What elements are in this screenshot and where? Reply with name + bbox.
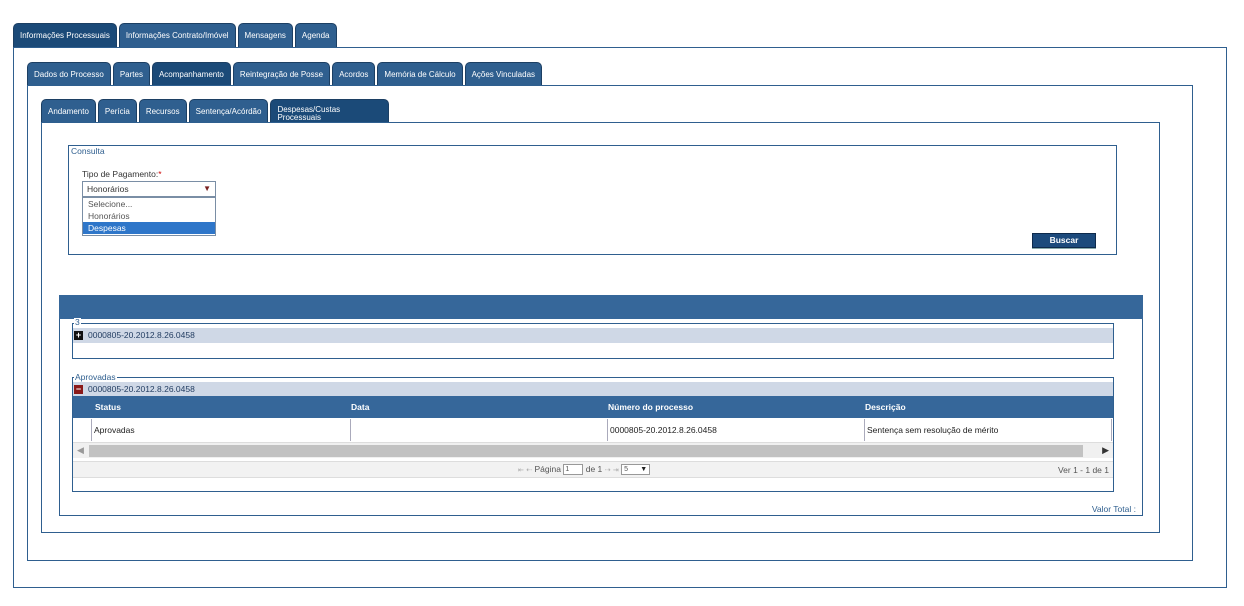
option-honorarios[interactable]: Honorários	[83, 210, 215, 222]
column-header-data[interactable]: Data	[351, 396, 369, 418]
tab-memoria-de-calculo[interactable]: Memória de Cálculo	[377, 62, 463, 85]
expand-plus-icon[interactable]: +	[74, 331, 83, 340]
page-of-label: de 1	[585, 464, 603, 474]
tab-andamento[interactable]: Andamento	[41, 99, 96, 122]
tab-despesas-custas-label: Despesas/Custas Processuais	[277, 105, 341, 122]
option-selecione[interactable]: Selecione...	[83, 198, 215, 210]
group-process-number-2: 0000805-20.2012.8.26.0458	[88, 384, 195, 394]
option-despesas[interactable]: Despesas	[83, 222, 215, 234]
records-info: Ver 1 - 1 de 1	[1057, 465, 1109, 475]
rows-per-page-value: 5	[624, 466, 629, 474]
group-process-number-1: 0000805-20.2012.8.26.0458	[88, 330, 195, 340]
valor-total-label: Valor Total :	[1091, 504, 1136, 514]
column-header-status[interactable]: Status	[95, 396, 121, 418]
tab-agenda[interactable]: Agenda	[294, 23, 337, 47]
tipo-pagamento-dropdown: Selecione... Honorários Despesas	[82, 197, 216, 236]
first-page-icon[interactable]: ⇤	[518, 467, 524, 474]
table-header: Status Data Número do processo Descrição	[73, 396, 1113, 418]
tab-acompanhamento[interactable]: Acompanhamento	[151, 62, 231, 85]
cell-status: Aprovadas	[91, 419, 350, 441]
next-page-icon[interactable]: ⇢	[605, 467, 611, 474]
page-number-input[interactable]: 1	[563, 464, 584, 476]
tab-pericia[interactable]: Perícia	[97, 99, 137, 122]
table-row[interactable]: Aprovadas 0000805-20.2012.8.26.0458 Sent…	[73, 419, 1113, 441]
tab-mensagens[interactable]: Mensagens	[237, 23, 293, 47]
tipo-pagamento-selected-value: Honorários	[87, 184, 129, 194]
page-label: Página	[534, 464, 561, 474]
tipo-pagamento-label-text: Tipo de Pagamento:	[82, 169, 159, 179]
horizontal-scrollbar[interactable]: ◀ ▶	[73, 442, 1113, 458]
rows-dropdown-icon: ▼	[640, 466, 648, 474]
required-mark: *	[158, 169, 162, 179]
tipo-pagamento-label: Tipo de Pagamento:*	[82, 169, 162, 179]
column-header-numero[interactable]: Número do processo	[608, 396, 693, 418]
tab-reintegracao-de-posse[interactable]: Reintegração de Posse	[232, 62, 331, 85]
group-legend-1: 3	[74, 317, 81, 327]
pager-controls: ⇤ ⇠ Página 1 de 1 ⇢ ⇥ 5 ▼	[518, 464, 651, 476]
tab-recursos[interactable]: Recursos	[138, 99, 187, 122]
rows-per-page-select[interactable]: 5 ▼	[621, 464, 651, 476]
buscar-button[interactable]: Buscar	[1032, 233, 1096, 248]
prev-page-icon[interactable]: ⇠	[526, 467, 532, 474]
tab-dados-do-processo[interactable]: Dados do Processo	[27, 62, 111, 85]
cell-numero: 0000805-20.2012.8.26.0458	[607, 419, 864, 441]
group-row-2[interactable]: − 0000805-20.2012.8.26.0458	[73, 382, 1113, 396]
tab-sentenca-acordao[interactable]: Sentença/Acórdão	[188, 99, 269, 122]
tab-acoes-vinculadas[interactable]: Ações Vinculadas	[464, 62, 543, 85]
pager: ⇤ ⇠ Página 1 de 1 ⇢ ⇥ 5 ▼ Ver 1 - 1 de 1	[73, 461, 1113, 478]
scrollbar-thumb[interactable]	[89, 445, 1083, 457]
group-legend-2: Aprovadas	[74, 372, 117, 382]
tab-despesas-custas[interactable]: Despesas/Custas Processuais	[270, 99, 390, 122]
second-tab-bar: Dados do Processo Partes Acompanhamento …	[27, 62, 544, 85]
tab-acordos[interactable]: Acordos	[332, 62, 376, 85]
collapse-minus-icon[interactable]: −	[74, 385, 83, 394]
top-tab-bar: Informações Processuais Informações Cont…	[13, 23, 339, 47]
tab-informacoes-contrato[interactable]: Informações Contrato/Imóvel	[118, 23, 236, 47]
tab-informacoes-processuais[interactable]: Informações Processuais	[13, 23, 117, 47]
tipo-pagamento-select[interactable]: Honorários ▼	[82, 181, 216, 197]
group-row-1[interactable]: + 0000805-20.2012.8.26.0458	[73, 328, 1113, 343]
cell-data	[350, 419, 607, 441]
grid-caption-bar	[59, 295, 1143, 319]
column-header-descricao[interactable]: Descrição	[865, 396, 906, 418]
third-tab-bar: Andamento Perícia Recursos Sentença/Acór…	[41, 99, 391, 122]
tab-partes[interactable]: Partes	[112, 62, 150, 85]
consulta-legend: Consulta	[70, 146, 106, 156]
consulta-fieldset	[68, 145, 1117, 255]
scroll-left-icon[interactable]: ◀	[77, 445, 84, 456]
cell-descricao: Sentença sem resolução de mérito	[864, 419, 1112, 441]
last-page-icon[interactable]: ⇥	[613, 467, 619, 474]
scroll-right-icon[interactable]: ▶	[1102, 445, 1109, 456]
chevron-down-icon: ▼	[203, 184, 211, 193]
